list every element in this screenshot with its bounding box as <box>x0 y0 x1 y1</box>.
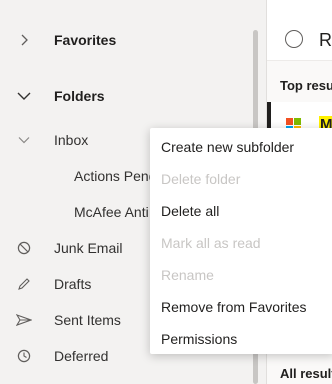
sidebar-item-label: Sent Items <box>54 312 121 328</box>
favorites-label: Favorites <box>54 32 117 48</box>
chevron-down-icon[interactable] <box>15 131 33 149</box>
blocked-icon <box>15 239 33 257</box>
menu-item-rename: Rename <box>161 267 214 283</box>
sidebar-item-label: Inbox <box>54 132 89 148</box>
folders-label: Folders <box>54 88 105 104</box>
chevron-right-icon[interactable] <box>15 31 33 49</box>
menu-item-mark-all-read: Mark all as read <box>161 235 261 251</box>
folder-context-menu: Create new subfolder Delete folder Delet… <box>150 128 332 354</box>
send-icon <box>15 311 33 329</box>
top-results-heading: Top resu <box>280 78 332 93</box>
menu-item-permissions[interactable]: Permissions <box>161 331 237 347</box>
reading-pane-title: R <box>319 30 332 50</box>
sidebar-item-label: Drafts <box>54 276 92 292</box>
menu-item-create-subfolder[interactable]: Create new subfolder <box>161 139 294 155</box>
menu-item-delete-folder: Delete folder <box>161 171 241 187</box>
menu-item-remove-favorites[interactable]: Remove from Favorites <box>161 299 306 315</box>
clock-icon <box>15 347 33 365</box>
pencil-icon <box>15 275 33 293</box>
sidebar-item-label: McAfee Anti <box>74 204 149 220</box>
chevron-down-icon[interactable] <box>15 87 33 105</box>
sidebar-item-label: Deferred <box>54 348 109 364</box>
select-all-checkbox[interactable] <box>285 30 303 48</box>
sidebar-item-label: Actions Pend <box>74 168 157 184</box>
sidebar-item-label: Junk Email <box>54 240 123 256</box>
all-results-heading: All result <box>280 366 332 381</box>
menu-item-delete-all[interactable]: Delete all <box>161 203 219 219</box>
